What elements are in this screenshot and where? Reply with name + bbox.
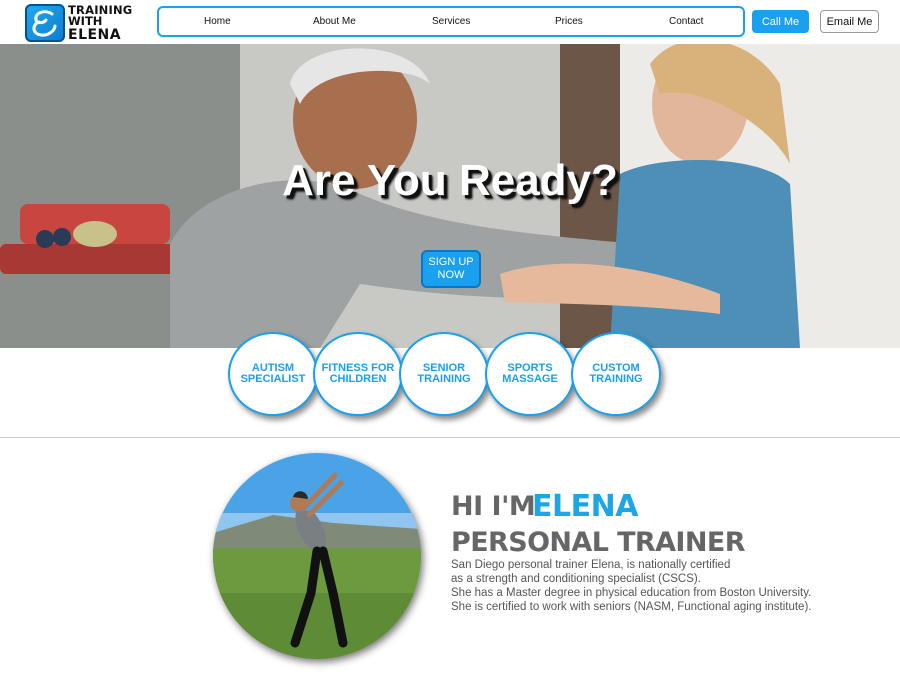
services-row: AUTISM SPECIALIST FITNESS FOR CHILDREN SEN…: [0, 330, 900, 420]
service-senior-training[interactable]: SENIOR TRAINING: [399, 332, 489, 416]
main-nav: Home About Me Services Prices Contact: [157, 6, 745, 37]
nav-about-me[interactable]: About Me: [313, 16, 356, 27]
service-label-line2: CHILDREN: [329, 373, 387, 385]
service-label-line2: MASSAGE: [502, 373, 558, 385]
service-sports-massage[interactable]: SPORTS MASSAGE: [485, 332, 575, 416]
about-bio-line: She is certified to work with seniors (N…: [451, 601, 812, 613]
hero-banner: Are You Ready? SIGN UP NOW: [0, 44, 900, 348]
elena-photo: [213, 453, 421, 659]
service-label-line2: SPECIALIST: [240, 373, 306, 385]
about-name: ELENA: [532, 489, 638, 524]
service-label-line2: TRAINING: [417, 373, 471, 385]
email-me-button[interactable]: Email Me: [820, 10, 879, 33]
about-greeting: HI I'M: [451, 491, 536, 522]
section-divider: [0, 437, 900, 438]
hero-title: Are You Ready?: [282, 156, 618, 205]
logo-line-with: WITH: [68, 14, 103, 28]
nav-contact[interactable]: Contact: [669, 16, 703, 27]
logo-text: TRAINING WITH ELENA: [68, 4, 132, 43]
site-header: TRAINING WITH ELENA Home About Me Servic…: [0, 0, 900, 44]
sign-up-now-button[interactable]: SIGN UP NOW: [421, 250, 481, 288]
nav-services[interactable]: Services: [432, 16, 470, 27]
nav-home[interactable]: Home: [204, 16, 231, 27]
logo-line-elena: ELENA: [68, 26, 122, 43]
call-me-button[interactable]: Call Me: [752, 10, 809, 33]
service-label-line2: TRAINING: [589, 373, 643, 385]
sign-up-label-line2: NOW: [437, 269, 465, 281]
nav-prices[interactable]: Prices: [555, 16, 583, 27]
about-bio-line: San Diego personal trainer Elena, is nat…: [451, 559, 731, 571]
about-role: PERSONAL TRAINER: [451, 527, 746, 558]
about-bio-line: as a strength and conditioning specialis…: [451, 573, 701, 585]
service-custom-training[interactable]: CUSTOM TRAINING: [571, 332, 661, 416]
site-logo[interactable]: TRAINING WITH ELENA: [25, 3, 135, 43]
service-autism-specialist[interactable]: AUTISM SPECIALIST: [228, 332, 318, 416]
service-fitness-for-children[interactable]: FITNESS FOR CHILDREN: [313, 332, 403, 416]
script-e-logo-icon: [25, 4, 65, 42]
about-bio-line: She has a Master degree in physical educ…: [451, 587, 812, 599]
sign-up-label-line1: SIGN UP: [428, 256, 474, 268]
